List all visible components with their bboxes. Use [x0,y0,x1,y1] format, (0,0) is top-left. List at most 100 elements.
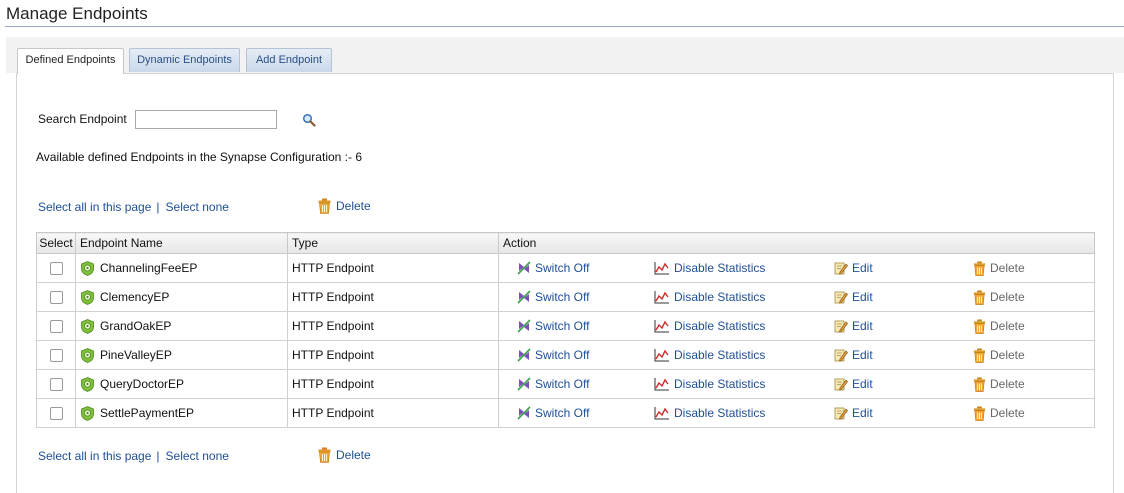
disable-statistics-button[interactable]: Disable Statistics [654,261,834,275]
table-row: ClemencyEP HTTP Endpoint Switch Off Disa… [36,282,1095,312]
disable-statistics-button[interactable]: Disable Statistics [654,290,834,304]
edit-pencil-icon [834,349,848,362]
disable-statistics-button[interactable]: Disable Statistics [654,377,834,391]
edit-pencil-icon [834,407,848,420]
edit-button[interactable]: Edit [834,261,973,275]
row-delete-button[interactable]: Delete [973,376,1025,392]
endpoint-name-cell: GrandOakEP [75,311,288,341]
switch-off-button[interactable]: Switch Off [517,261,654,275]
col-header-name: Endpoint Name [75,232,288,254]
switch-off-button[interactable]: Switch Off [517,348,654,362]
endpoint-type: HTTP Endpoint [287,253,499,283]
switch-off-icon [517,290,531,304]
row-select-cell [36,282,76,312]
row-checkbox[interactable] [49,291,63,305]
row-delete-button[interactable]: Delete [973,405,1025,421]
endpoints-table: Select Endpoint Name Type Action Channel… [36,232,1095,428]
endpoint-name: ClemencyEP [100,290,170,304]
edit-button[interactable]: Edit [834,406,973,420]
disable-statistics-label: Disable Statistics [674,261,766,275]
switch-off-label: Switch Off [535,377,590,391]
switch-off-button[interactable]: Switch Off [517,319,654,333]
search-label: Search Endpoint [38,112,127,126]
row-checkbox[interactable] [49,320,63,334]
edit-label: Edit [852,348,873,362]
action-cell: Switch Off Disable Statistics Edit Delet… [498,282,1095,312]
endpoint-type: HTTP Endpoint [287,369,499,399]
row-checkbox[interactable] [49,262,63,276]
switch-off-icon [517,377,531,391]
edit-pencil-icon [834,320,848,333]
disable-statistics-label: Disable Statistics [674,290,766,304]
select-none-link[interactable]: Select none [166,449,229,463]
trash-icon [318,447,331,463]
row-delete-button[interactable]: Delete [973,289,1025,305]
row-delete-button[interactable]: Delete [973,347,1025,363]
action-cell: Switch Off Disable Statistics Edit Delet… [498,253,1095,283]
row-select-cell [36,253,76,283]
switch-off-button[interactable]: Switch Off [517,290,654,304]
bulk-delete-button-bottom[interactable]: Delete [318,447,371,463]
edit-button[interactable]: Edit [834,377,973,391]
edit-pencil-icon [834,291,848,304]
switch-off-label: Switch Off [535,348,590,362]
row-delete-label: Delete [990,319,1025,333]
switch-off-label: Switch Off [535,319,590,333]
select-all-link[interactable]: Select all in this page [38,449,151,463]
endpoint-gear-icon [81,260,94,276]
row-delete-label: Delete [990,261,1025,275]
endpoint-name: PineValleyEP [100,348,172,362]
title-divider [5,26,1124,27]
bulk-delete-label: Delete [336,199,371,213]
col-header-action: Action [498,232,1095,254]
select-all-link[interactable]: Select all in this page [38,200,151,214]
page-title: Manage Endpoints [6,4,148,23]
tab-add-endpoint[interactable]: Add Endpoint [246,48,332,72]
bulk-select-bottom: Select all in this page | Select none [38,449,229,463]
link-separator: | [156,449,160,463]
edit-button[interactable]: Edit [834,319,973,333]
bulk-select-top: Select all in this page | Select none [38,200,229,214]
edit-button[interactable]: Edit [834,290,973,304]
disable-statistics-button[interactable]: Disable Statistics [654,348,834,362]
switch-off-button[interactable]: Switch Off [517,406,654,420]
row-checkbox[interactable] [49,349,63,363]
table-row: QueryDoctorEP HTTP Endpoint Switch Off D… [36,369,1095,399]
bulk-delete-button-top[interactable]: Delete [318,198,371,214]
row-delete-button[interactable]: Delete [973,260,1025,276]
endpoint-count-summary: Available defined Endpoints in the Synap… [36,150,362,164]
tab-dynamic-endpoints[interactable]: Dynamic Endpoints [129,48,240,72]
bulk-delete-label: Delete [336,448,371,462]
endpoint-gear-icon [81,289,94,305]
row-delete-label: Delete [990,348,1025,362]
disable-statistics-button[interactable]: Disable Statistics [654,406,834,420]
search-icon[interactable] [302,113,316,127]
statistics-chart-icon [654,349,669,362]
row-delete-button[interactable]: Delete [973,318,1025,334]
row-select-cell [36,340,76,370]
endpoint-type: HTTP Endpoint [287,340,499,370]
switch-off-icon [517,319,531,333]
endpoint-type: HTTP Endpoint [287,398,499,428]
row-delete-label: Delete [990,377,1025,391]
switch-off-button[interactable]: Switch Off [517,377,654,391]
edit-button[interactable]: Edit [834,348,973,362]
select-none-link[interactable]: Select none [166,200,229,214]
search-input[interactable] [135,110,277,129]
switch-off-icon [517,261,531,275]
link-separator: | [156,200,160,214]
edit-pencil-icon [834,378,848,391]
endpoint-type: HTTP Endpoint [287,311,499,341]
action-cell: Switch Off Disable Statistics Edit Delet… [498,340,1095,370]
row-select-cell [36,369,76,399]
row-checkbox[interactable] [49,407,63,421]
tab-defined-endpoints[interactable]: Defined Endpoints [17,48,124,74]
trash-icon [973,260,986,276]
table-row: GrandOakEP HTTP Endpoint Switch Off Disa… [36,311,1095,341]
action-cell: Switch Off Disable Statistics Edit Delet… [498,369,1095,399]
disable-statistics-button[interactable]: Disable Statistics [654,319,834,333]
row-checkbox[interactable] [49,378,63,392]
endpoint-name-cell: ChannelingFeeEP [75,253,288,283]
endpoint-gear-icon [81,376,94,392]
disable-statistics-label: Disable Statistics [674,406,766,420]
